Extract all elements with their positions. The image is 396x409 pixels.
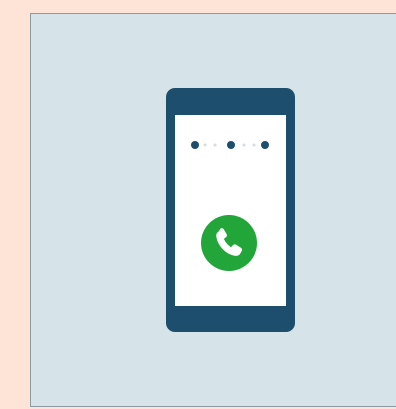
phone-screen: [175, 115, 286, 306]
dot-small-1: [203, 143, 207, 147]
dot-large-1: [191, 141, 199, 149]
phone-call-icon: [201, 215, 257, 271]
dot-large-2: [227, 141, 235, 149]
dot-small-3: [242, 143, 246, 147]
dot-small-2: [213, 143, 217, 147]
dot-large-3: [261, 141, 269, 149]
illustration-panel: [30, 13, 396, 407]
smartphone-illustration: [166, 88, 295, 332]
connecting-dots-icon: [191, 141, 269, 149]
dot-small-4: [252, 143, 256, 147]
